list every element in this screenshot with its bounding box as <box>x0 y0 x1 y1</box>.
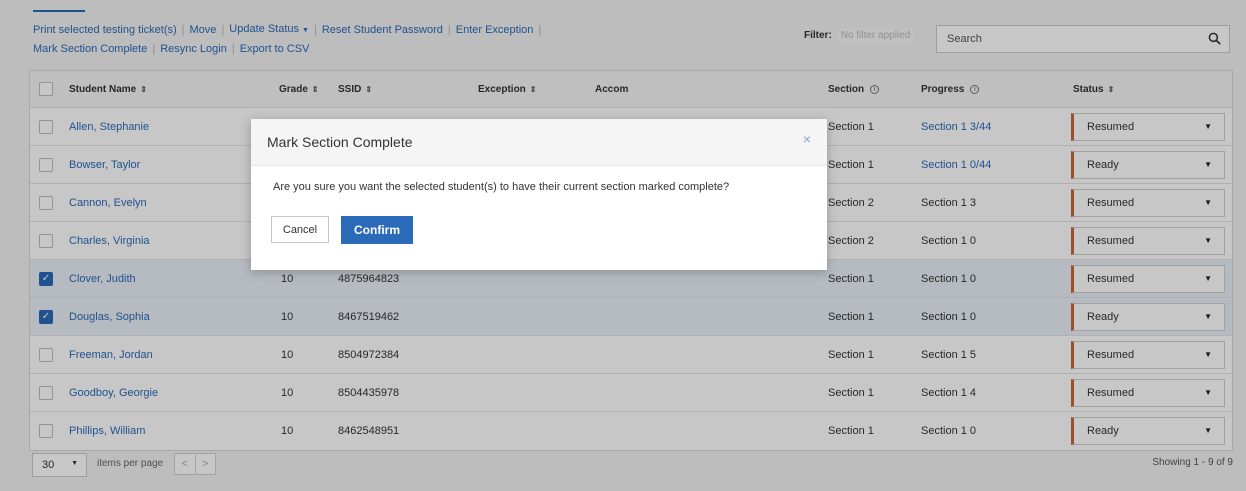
close-icon[interactable]: × <box>803 131 811 147</box>
dialog-title: Mark Section Complete <box>267 134 413 150</box>
confirm-button[interactable]: Confirm <box>341 216 413 244</box>
cancel-button[interactable]: Cancel <box>271 216 329 243</box>
mark-section-complete-dialog: Mark Section Complete × Are you sure you… <box>251 119 827 270</box>
dialog-message: Are you sure you want the selected stude… <box>273 181 730 193</box>
dialog-header: Mark Section Complete × <box>251 119 827 166</box>
